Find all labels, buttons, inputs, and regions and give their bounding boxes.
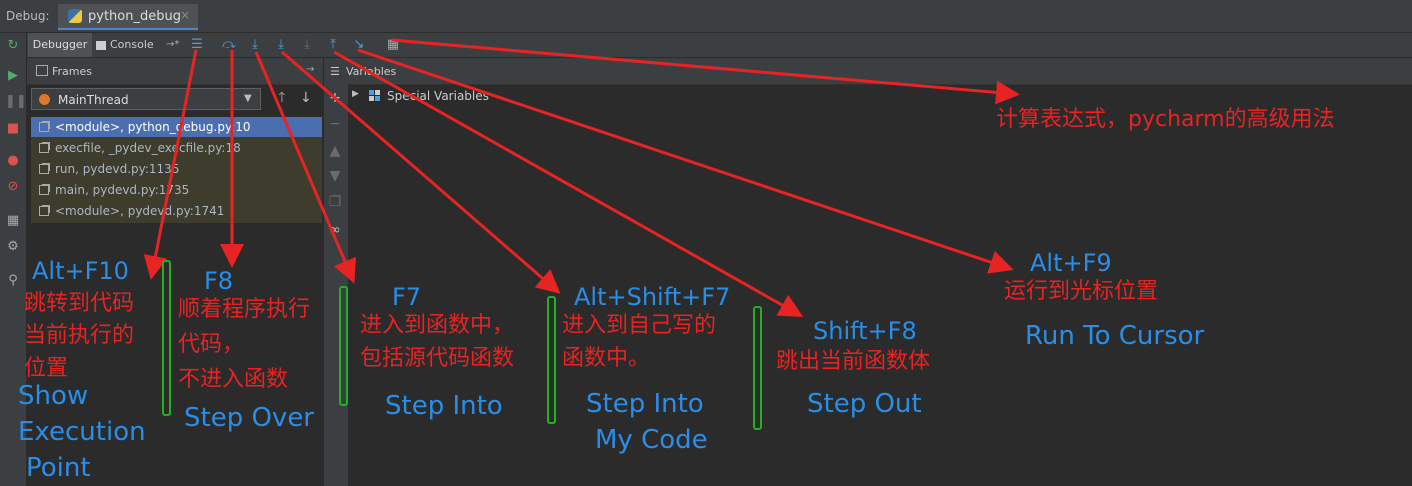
- frame-icon: [39, 185, 49, 195]
- frame-icon: [39, 143, 49, 153]
- console-pin-icon[interactable]: →*: [166, 33, 179, 57]
- rerun-icon[interactable]: ↻: [5, 38, 21, 54]
- frame-label: run, pydevd.py:1135: [55, 162, 180, 176]
- resume-icon[interactable]: ▶: [5, 68, 21, 84]
- move-down-icon[interactable]: ▼: [327, 168, 343, 184]
- pin-icon[interactable]: ⚲: [5, 273, 21, 289]
- pause-icon[interactable]: ❚❚: [5, 94, 27, 110]
- bracket-step-over: [162, 260, 171, 416]
- evaluate-expression-icon[interactable]: ▦: [385, 37, 401, 53]
- frame-icon: [39, 206, 49, 216]
- tab-debugger[interactable]: Debugger: [28, 33, 92, 57]
- close-icon[interactable]: ×: [180, 8, 190, 22]
- frame-row[interactable]: <module>, pydevd.py:1741: [31, 201, 322, 221]
- annotation-cursor-key: Alt+F9: [1030, 249, 1112, 277]
- annotation-show-en-3: Point: [26, 453, 91, 483]
- annotation-into-key: F7: [392, 283, 422, 311]
- console-icon: [96, 40, 106, 50]
- annotation-into-en: Step Into: [385, 391, 503, 421]
- annotation-mycode-key: Alt+Shift+F7: [574, 283, 731, 311]
- settings-icon[interactable]: ⚙: [5, 239, 21, 255]
- step-into-icon[interactable]: ⤓: [247, 37, 263, 53]
- glasses-icon[interactable]: ∞: [327, 222, 343, 238]
- debug-toolwindow-header: [0, 0, 1412, 33]
- thread-status-icon: [39, 94, 50, 105]
- chevron-down-icon[interactable]: ▼: [244, 93, 252, 104]
- move-up-icon[interactable]: ▲: [327, 143, 343, 159]
- frame-label: <module>, python_debug.py:10: [55, 120, 251, 134]
- annotation-out-en: Step Out: [807, 389, 922, 419]
- python-icon: [68, 9, 82, 23]
- variables-title: Variables: [346, 65, 397, 78]
- annotation-over-en: Step Over: [184, 403, 314, 433]
- annotation-cursor-en: Run To Cursor: [1025, 321, 1205, 351]
- run-to-cursor-icon[interactable]: ↘: [351, 37, 367, 53]
- annotation-mycode-zh-1: 进入到自己写的: [562, 313, 717, 338]
- add-watch-icon[interactable]: +: [327, 90, 343, 106]
- frame-label: <module>, pydevd.py:1741: [55, 204, 225, 218]
- step-into-my-code-icon[interactable]: ⤓: [273, 37, 289, 53]
- run-config-tab-label: python_debug: [88, 9, 181, 24]
- stop-icon[interactable]: ■: [5, 121, 21, 137]
- variables-header: [348, 58, 1412, 85]
- special-variables-row[interactable]: Special Variables: [387, 89, 489, 103]
- frame-row[interactable]: <module>, python_debug.py:10: [31, 117, 322, 137]
- annotation-show-en-1: Show: [18, 381, 89, 411]
- annotation-into-zh-1: 进入到函数中，: [360, 313, 515, 338]
- annotation-show-zh-2: 当前执行的: [24, 323, 135, 348]
- annotation-cursor-zh: 运行到光标位置: [1004, 279, 1159, 304]
- frame-row[interactable]: execfile, _pydev_execfile.py:18: [31, 138, 322, 158]
- tab-console[interactable]: Console: [96, 33, 154, 57]
- frame-label: main, pydevd.py:1735: [55, 183, 190, 197]
- remove-watch-icon[interactable]: −: [327, 116, 343, 132]
- annotation-show-zh-1: 跳转到代码: [24, 291, 135, 316]
- frame-up-icon[interactable]: ↑: [276, 90, 288, 106]
- frames-pin-icon[interactable]: →: [306, 64, 314, 75]
- layout-icon[interactable]: ▦: [5, 213, 21, 229]
- special-variables-icon: [369, 90, 381, 102]
- annotation-mycode-zh-2: 函数中。: [562, 346, 651, 371]
- tab-console-label: Console: [110, 38, 154, 51]
- frame-row[interactable]: main, pydevd.py:1735: [31, 180, 322, 200]
- step-out-icon[interactable]: ⤒: [325, 37, 341, 53]
- run-config-tab[interactable]: python_debug ×: [58, 4, 198, 30]
- frames-icon: [36, 65, 48, 76]
- frame-label: execfile, _pydev_execfile.py:18: [55, 141, 241, 155]
- view-breakpoints-icon[interactable]: ●: [5, 153, 21, 169]
- annotation-mycode-en-2: My Code: [595, 425, 708, 455]
- frame-icon: [39, 122, 49, 132]
- step-over-icon[interactable]: ⤼: [221, 37, 237, 53]
- annotation-out-zh: 跳出当前函数体: [776, 349, 931, 374]
- annotation-over-zh-3: 不进入函数: [178, 367, 289, 392]
- force-step-into-icon[interactable]: ⤓: [299, 37, 315, 53]
- annotation-out-key: Shift+F8: [813, 317, 917, 345]
- annotation-over-key: F8: [204, 267, 234, 295]
- bracket-step-into-my-code: [547, 296, 556, 424]
- show-execution-point-icon[interactable]: ☰: [189, 37, 205, 53]
- debug-label: Debug:: [6, 9, 50, 23]
- mute-breakpoints-icon[interactable]: ⊘: [5, 179, 21, 195]
- annotation-show-en-2: Execution: [18, 417, 146, 447]
- copy-icon[interactable]: ❐: [327, 194, 343, 210]
- annotation-evaluate: 计算表达式，pycharm的高级用法: [996, 107, 1335, 132]
- frame-icon: [39, 164, 49, 174]
- bracket-step-into: [339, 286, 348, 406]
- bracket-step-out: [753, 306, 762, 430]
- frame-down-icon[interactable]: ↓: [300, 90, 312, 106]
- annotation-into-zh-2: 包括源代码函数: [360, 346, 515, 371]
- expand-icon[interactable]: ▶: [352, 89, 359, 99]
- annotation-over-zh-1: 顺着程序执行: [178, 297, 311, 322]
- thread-select-value: MainThread: [58, 93, 129, 107]
- annotation-show-key: Alt+F10: [32, 257, 129, 285]
- frame-row[interactable]: run, pydevd.py:1135: [31, 159, 322, 179]
- annotation-mycode-en-1: Step Into: [586, 389, 704, 419]
- variables-icon: ☰: [330, 65, 340, 78]
- frames-title: Frames: [52, 65, 93, 78]
- annotation-over-zh-2: 代码，: [178, 332, 245, 357]
